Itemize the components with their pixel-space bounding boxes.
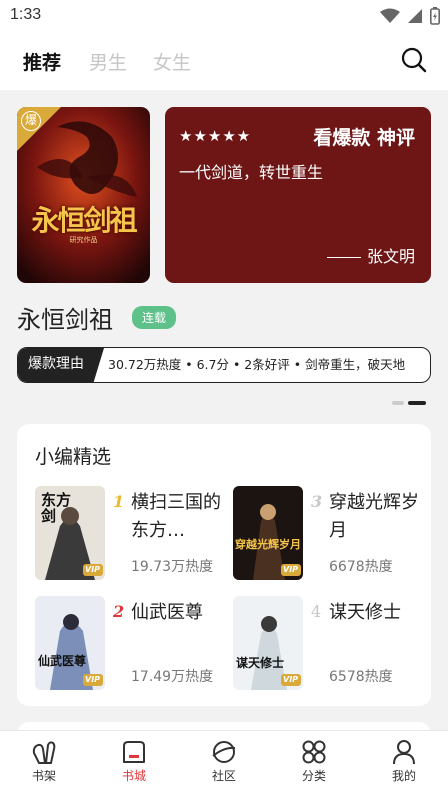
tab-label: 我的: [391, 769, 416, 783]
tab-bookstore[interactable]: 书城: [104, 739, 164, 784]
book-name: 仙武医尊: [131, 602, 203, 623]
bookshelf-icon: [32, 741, 56, 764]
top-nav: 推荐 男生 女生: [0, 32, 448, 90]
book-cover: 仙武医尊 VIP: [35, 596, 105, 690]
tab-label: 社区: [211, 769, 236, 783]
tab-bookshelf[interactable]: 书架: [14, 739, 74, 784]
status-badge: 连载: [132, 306, 177, 329]
status-time: 1:33: [10, 6, 42, 23]
section-title: 小编精选: [35, 446, 112, 468]
book-name: 横扫三国的东方…: [131, 492, 221, 541]
rank-number: 1: [113, 492, 125, 511]
bookstore-icon: [123, 741, 145, 763]
dash-divider: [326, 257, 361, 258]
bottom-tab-bar: 书架 书城 社区 分类 我的: [0, 730, 448, 796]
tab-profile[interactable]: 我的: [374, 739, 434, 784]
review-quote: 一代剑道，转世重生: [179, 163, 324, 182]
status-bar: 1:33: [0, 0, 448, 32]
rank-number: 4: [311, 602, 322, 621]
book-cover: 穿越光辉岁月 VIP: [233, 486, 303, 580]
battery-icon: [430, 7, 440, 25]
vip-badge: VIP: [283, 565, 299, 574]
signal-icon: [408, 9, 422, 23]
book-heat: 17.49万热度: [131, 669, 214, 685]
tab-category[interactable]: 分类: [284, 739, 344, 784]
reason-bar[interactable]: 爆款理由 30.72万热度 • 6.7分 • 2条好评 • 剑帝重生，破天地: [17, 347, 431, 383]
review-author-line: 张文明: [326, 243, 415, 267]
review-card[interactable]: ★★★★★ 看爆款 神评 一代剑道，转世重生 张文明: [165, 107, 431, 283]
book-heat: 6578热度: [329, 669, 393, 685]
pick-item[interactable]: 穿越光辉岁月 VIP 3 穿越光辉岁月 6678热度: [233, 486, 423, 580]
editor-picks-card: 小编精选 东方剑 VIP 1 横扫三国的东方… 19.73万热度 穿越光辉岁月 …: [17, 424, 431, 706]
cover-title: 穿越光辉岁月: [235, 538, 301, 551]
tab-label: 书城: [121, 769, 146, 783]
status-icons: [380, 7, 440, 25]
pick-item[interactable]: 谋天修士 VIP 4 谋天修士 6578热度: [233, 596, 423, 690]
book-title[interactable]: 永恒剑祖: [17, 300, 113, 335]
carousel-dot: [392, 401, 404, 405]
featured-book-cover[interactable]: 爆 永恒剑祖 研究作品: [17, 107, 150, 283]
tab-recommend[interactable]: 推荐: [23, 48, 61, 75]
cover-title: 仙武医尊: [38, 654, 87, 668]
search-icon[interactable]: [400, 46, 428, 74]
tab-community[interactable]: 社区: [194, 739, 254, 784]
book-cover: 谋天修士 VIP: [233, 596, 303, 690]
book-name: 谋天修士: [329, 602, 401, 623]
review-author: 张文明: [366, 247, 415, 266]
book-heat: 19.73万热度: [131, 559, 214, 575]
cover-art: [17, 107, 150, 283]
rank-number: 2: [113, 602, 125, 621]
cover-title: 永恒剑祖: [31, 204, 137, 237]
tab-female[interactable]: 女生: [153, 48, 191, 75]
cover-badge: 爆: [21, 111, 41, 131]
wifi-icon: [380, 8, 400, 23]
category-icon: [302, 740, 326, 764]
pick-item[interactable]: 仙武医尊 VIP 2 仙武医尊 17.49万热度: [35, 596, 225, 690]
vip-badge: VIP: [283, 675, 299, 684]
review-label: 看爆款 神评: [313, 127, 415, 149]
cover-author: 研究作品: [69, 236, 98, 244]
carousel-dot-active: [408, 401, 426, 405]
tab-label: 书架: [31, 769, 56, 783]
vip-badge: VIP: [85, 675, 101, 684]
tab-label: 分类: [301, 769, 326, 783]
community-icon: [212, 741, 236, 763]
book-heat: 6678热度: [329, 559, 393, 575]
cover-title: 谋天修士: [236, 656, 285, 670]
rating-stars: ★★★★★: [179, 127, 252, 145]
carousel-indicator: [392, 401, 426, 405]
rank-number: 3: [311, 492, 323, 511]
reason-text: 30.72万热度 • 6.7分 • 2条好评 • 剑帝重生，破天地: [108, 357, 406, 372]
reason-label: 爆款理由: [18, 348, 104, 382]
vip-badge: VIP: [85, 565, 101, 574]
pick-item[interactable]: 东方剑 VIP 1 横扫三国的东方… 19.73万热度: [35, 486, 225, 580]
book-cover: 东方剑 VIP: [35, 486, 105, 580]
profile-icon: [393, 740, 415, 765]
cover-title: 东方剑: [41, 491, 72, 525]
featured-section: 爆 永恒剑祖 研究作品 ★★★★★ 看爆款 神评 一代剑道，转世重生 张文明 永…: [0, 90, 448, 410]
book-name: 穿越光辉岁月: [329, 492, 419, 541]
tab-male[interactable]: 男生: [89, 48, 127, 75]
